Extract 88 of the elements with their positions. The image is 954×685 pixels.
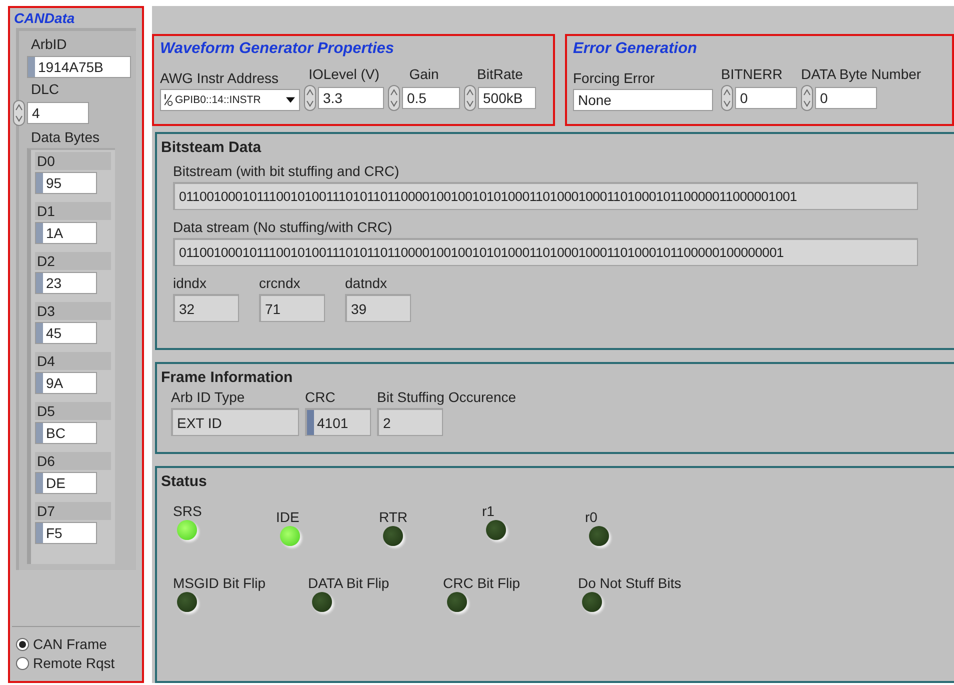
field-label: D4 — [35, 352, 111, 370]
section-title: Waveform Generator Properties — [160, 39, 396, 59]
input-field[interactable]: 95 — [35, 172, 97, 194]
led-label: SRS — [173, 502, 202, 520]
led-label: Do Not Stuff Bits — [578, 574, 682, 592]
input-field[interactable]: 1914A75B — [27, 56, 131, 78]
input-field[interactable]: 4 — [27, 102, 89, 124]
led-label: r0 — [585, 508, 598, 526]
caret-icon — [286, 97, 295, 103]
input-field[interactable]: 45 — [35, 322, 97, 344]
radix-marker — [36, 373, 43, 393]
address-dropdown[interactable]: GPIB0::14::INSTR — [160, 89, 300, 111]
bitstream-indicator: 01100100010111001010011101011011000010010010101000110100010001101000101100000100000001 — [173, 238, 918, 266]
radio-button[interactable] — [16, 657, 29, 670]
field-label: Data stream (No stuffing/with CRC) — [173, 218, 392, 236]
field-label: DATA Byte Number — [801, 65, 922, 83]
input-field[interactable]: BC — [35, 422, 97, 444]
radix-marker — [36, 523, 43, 543]
io-icon — [163, 93, 173, 107]
spinner-icon[interactable] — [13, 100, 25, 126]
field-label: AWG Instr Address — [160, 69, 280, 87]
radix-marker — [36, 173, 43, 193]
input-field[interactable]: DE — [35, 472, 97, 494]
field-label: D7 — [35, 502, 111, 520]
field-label: D5 — [35, 402, 111, 420]
input-field[interactable]: 3.3 — [318, 87, 384, 109]
input-field[interactable]: F5 — [35, 522, 97, 544]
spinner-icon[interactable] — [304, 85, 316, 111]
spinner-icon[interactable] — [721, 85, 733, 111]
radio-option[interactable]: Remote Rqst — [16, 654, 140, 673]
field-label: DLC — [31, 80, 60, 98]
radix-marker — [36, 323, 43, 343]
radio-button[interactable] — [16, 638, 29, 651]
field-label: BitRate — [476, 65, 524, 83]
field-label: datndx — [345, 274, 388, 292]
value-indicator: 71 — [259, 294, 325, 322]
value-indicator: 32 — [173, 294, 239, 322]
radix-marker — [307, 410, 314, 435]
input-field[interactable]: 500kB — [478, 87, 536, 109]
spinner-icon[interactable] — [464, 85, 476, 111]
field-label: CRC — [305, 388, 336, 406]
value-indicator: EXT ID — [171, 408, 299, 436]
section-title: Error Generation — [573, 39, 698, 59]
bitstream-indicator: 0110010001011100101001110101101100001001001010100011010001000110100010110000011000001001 — [173, 182, 918, 210]
input-field[interactable]: None — [573, 89, 713, 111]
field-label: IOLevel (V) — [308, 65, 380, 83]
input-field[interactable]: 0 — [735, 87, 797, 109]
panel-title: CANData — [13, 10, 76, 26]
field-label: D2 — [35, 252, 111, 270]
value-indicator: 2 — [377, 408, 443, 436]
input-field[interactable]: 1A — [35, 222, 97, 244]
field-label: BITNERR — [721, 65, 784, 83]
radix-marker — [36, 273, 43, 293]
led-label: r1 — [482, 502, 494, 520]
field-label: Arb ID Type — [171, 388, 246, 406]
field-label: ArbID — [31, 35, 67, 53]
field-label: D3 — [35, 302, 111, 320]
field-label: Forcing Error — [573, 69, 656, 87]
section-title: Frame Information — [161, 368, 294, 388]
field-label: D1 — [35, 202, 111, 220]
radix-marker — [28, 57, 35, 77]
section-title: Bitsteam Data — [161, 138, 262, 158]
value-indicator: 39 — [345, 294, 411, 322]
radix-marker — [36, 223, 43, 243]
field-label: D6 — [35, 452, 111, 470]
led-label: MSGID Bit Flip — [173, 574, 266, 592]
field-label: D0 — [35, 152, 111, 170]
spinner-icon[interactable] — [388, 85, 400, 111]
value-indicator: 4101 — [305, 408, 371, 436]
field-label: Bitstream (with bit stuffing and CRC) — [173, 162, 400, 180]
led-label: CRC Bit Flip — [443, 574, 520, 592]
input-field[interactable]: 23 — [35, 272, 97, 294]
spinner-icon[interactable] — [801, 85, 813, 111]
input-field[interactable]: 9A — [35, 372, 97, 394]
radix-marker — [36, 423, 43, 443]
field-label: crcndx — [259, 274, 302, 292]
led-label: IDE — [276, 508, 300, 526]
section-title: Status — [161, 472, 208, 492]
field-label: Bit Stuffing Occurence — [377, 388, 516, 406]
radio-option[interactable]: CAN Frame — [16, 635, 140, 654]
radix-marker — [36, 473, 43, 493]
input-field[interactable]: 0 — [815, 87, 877, 109]
input-field[interactable]: 0.5 — [402, 87, 460, 109]
field-label: idndx — [173, 274, 208, 292]
led-label: DATA Bit Flip — [308, 574, 390, 592]
led-label: RTR — [379, 508, 408, 526]
field-label: Gain — [408, 65, 440, 83]
field-label: Data Bytes — [31, 128, 100, 146]
